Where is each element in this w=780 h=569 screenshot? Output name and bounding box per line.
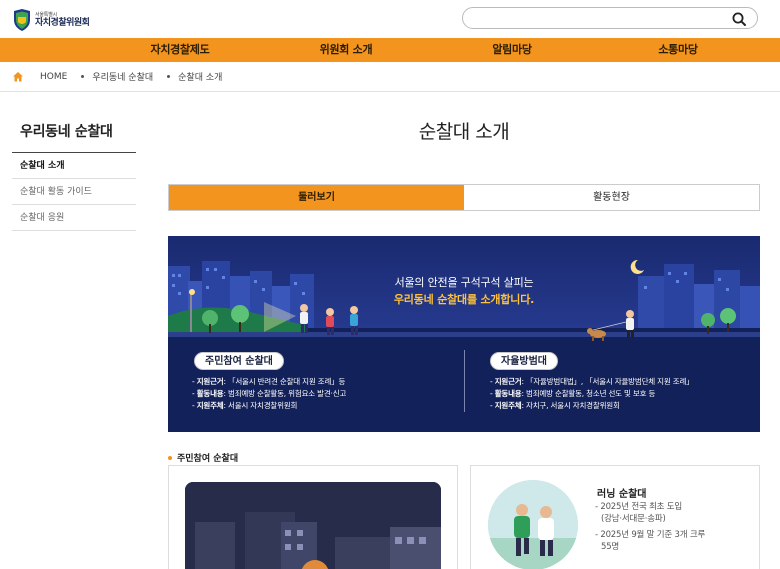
main-navigation: 자치경찰제도 위원회 소개 알림마당 소통마당 [0,38,780,62]
breadcrumb: HOME 우리동네 순찰대 순찰대 소개 [0,62,780,92]
card-title: 러닝 순찰대 [597,489,647,500]
info-row: - 활동내용: 범죄예방 순찰활동, 위험요소 발견·신고 [192,389,347,398]
logo-small-text: 서울특별시 [35,11,58,18]
sidebar-item-intro[interactable]: 순찰대 소개 [12,153,136,179]
bullet-icon [168,455,172,460]
sidebar-item-guide[interactable]: 순찰대 활동 가이드 [12,179,136,205]
card-desc-line: - 2025년 전국 최초 도입 [595,502,683,512]
tab-overview[interactable]: 둘러보기 [169,185,464,210]
site-header: 서울특별시 자치경찰위원회 [0,0,780,38]
info-row: - 지원근거: 「서울시 반려견 순찰대 지원 조례」등 [192,377,346,386]
breadcrumb-level2[interactable]: 순찰대 소개 [167,70,222,83]
patrol-card-running[interactable]: 러닝 순찰대 - 2025년 전국 최초 도입 (강남·서대문·송파) - 20… [470,465,760,569]
sidebar-menu: 순찰대 소개 순찰대 활동 가이드 순찰대 응원 [12,153,136,231]
voluntary-patrol-info: - 지원근거: 「자율방범대법」, 「서울시 자율방범단체 지원 조례」 - 활… [490,376,694,412]
night-patrol-image [185,482,441,569]
tab-activity[interactable]: 활동현장 [464,185,759,210]
nav-item-communication[interactable]: 소통마당 [608,38,748,62]
logo-main-text: 자치경찰위원회 [35,17,90,28]
resident-patrol-info: - 지원근거: 「서울시 반려견 순찰대 지원 조례」등 - 활동내용: 범죄예… [192,376,346,412]
card-desc-line: 55명 [601,542,620,552]
banner-divider [464,350,465,412]
breadcrumb-level2-label: 순찰대 소개 [178,73,223,83]
info-row: - 지원주체: 자치구, 서울시 자치경찰위원회 [490,401,620,410]
info-row: - 활동내용: 범죄예방 순찰활동, 청소년 선도 및 보호 등 [490,389,656,398]
intro-banner: 서울의 안전을 구석구석 살피는 우리동네 순찰대를 소개합니다. 주민참여 순… [168,236,760,432]
info-row: - 지원근거: 「자율방범대법」, 「서울시 자율방범단체 지원 조례」 [490,377,694,386]
page-title: 순찰대 소개 [418,121,510,143]
running-patrol-image [488,480,578,569]
site-logo[interactable]: 서울특별시 자치경찰위원회 [12,5,92,35]
nav-item-committee[interactable]: 위원회 소개 [276,38,416,62]
nav-item-system[interactable]: 자치경찰제도 [110,38,250,62]
patrol-card-night[interactable] [168,465,458,569]
nav-item-notice[interactable]: 알림마당 [442,38,582,62]
breadcrumb-home[interactable]: HOME [40,72,67,82]
pill-resident-patrol: 주민참여 순찰대 [194,352,284,370]
sidebar-title: 우리동네 순찰대 [20,124,113,140]
card-desc-line: - 2025년 9월 말 기준 3개 크루 [595,530,706,540]
bullet-icon [167,75,171,78]
breadcrumb-level1-label: 우리동네 순찰대 [92,73,154,83]
content-tabs: 둘러보기 활동현장 [168,184,760,211]
section-title-label: 주민참여 순찰대 [177,454,239,464]
breadcrumb-level1[interactable]: 우리동네 순찰대 [81,70,153,83]
section-title: 주민참여 순찰대 [168,451,238,464]
home-icon[interactable] [12,71,24,83]
search-icon[interactable] [731,11,747,27]
banner-headline-2: 우리동네 순찰대를 소개합니다. [393,293,535,306]
search-input[interactable] [462,7,758,29]
banner-headline-1: 서울의 안전을 구석구석 살피는 [394,276,534,289]
pill-voluntary-patrol: 자율방범대 [490,352,558,370]
bullet-icon [81,75,85,78]
info-row: - 지원주체: 서울시 자치경찰위원회 [192,401,298,410]
sidebar-item-cheer[interactable]: 순찰대 응원 [12,205,136,231]
card-desc-line: (강남·서대문·송파) [601,514,666,524]
police-badge-icon [12,8,32,32]
